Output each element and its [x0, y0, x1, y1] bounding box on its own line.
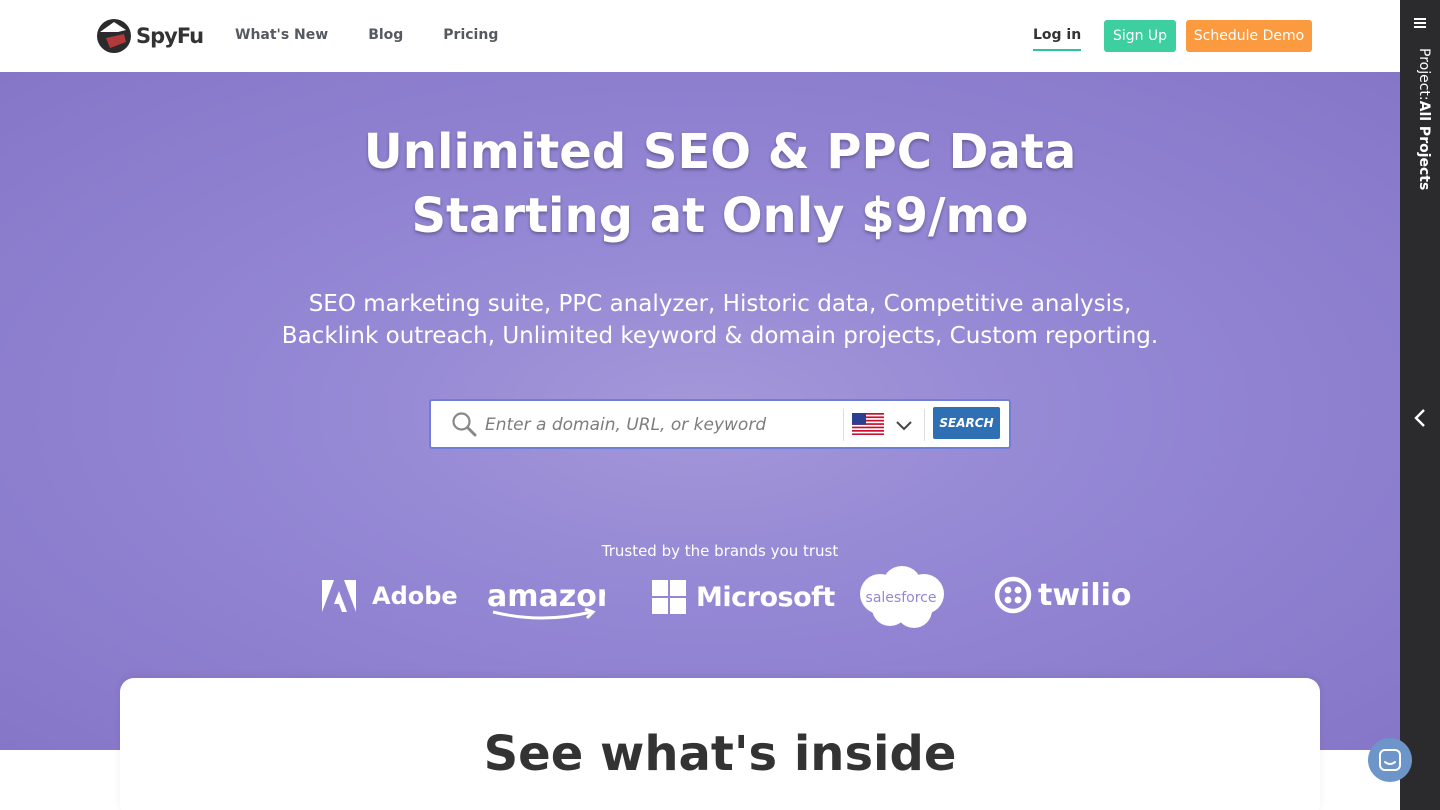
chevron-down-icon[interactable] [895, 416, 913, 434]
menu-icon[interactable] [1414, 18, 1426, 29]
main-nav: What's New Blog Pricing [235, 27, 498, 43]
search-bar: SEARCH [429, 399, 1011, 449]
site-header: SpyFu What's New Blog Pricing Log in Sig… [0, 0, 1400, 72]
project-prefix: Project: [1416, 48, 1432, 101]
salesforce-icon: salesforce [860, 566, 944, 628]
salesforce-wordmark: salesforce [866, 590, 937, 606]
salesforce-logo: salesforce [856, 566, 946, 630]
spyfu-logo[interactable]: SpyFu [96, 18, 204, 54]
project-name: All Projects [1416, 100, 1432, 191]
nav-pricing[interactable]: Pricing [443, 27, 498, 43]
search-button[interactable]: SEARCH [933, 407, 1000, 439]
signup-button[interactable]: Sign Up [1104, 20, 1176, 52]
hero-section: Unlimited SEO & PPC Data Starting at Onl… [0, 72, 1400, 750]
card-title: See what's inside [483, 726, 957, 782]
project-selector[interactable]: Project:All Projects [1416, 48, 1432, 190]
search-divider [924, 409, 925, 441]
chat-icon [1379, 749, 1401, 771]
twilio-wordmark: twilio [1038, 577, 1132, 613]
subhead-line-1: SEO marketing suite, PPC analyzer, Histo… [308, 291, 1132, 317]
trusted-label: Trusted by the brands you trust [601, 542, 839, 560]
headline-line-2: Starting at Only $9/mo [411, 188, 1029, 244]
search-input[interactable] [485, 411, 835, 439]
chat-launcher-button[interactable] [1368, 738, 1412, 782]
hero-headline: Unlimited SEO & PPC Data Starting at Onl… [0, 120, 1440, 248]
nav-whats-new[interactable]: What's New [235, 27, 328, 43]
subhead-line-2: Backlink outreach, Unlimited keyword & d… [281, 323, 1159, 349]
adobe-wordmark: Adobe [372, 582, 458, 610]
search-icon [452, 412, 477, 437]
twilio-logo: twilio [994, 576, 1132, 614]
us-flag-icon[interactable] [852, 413, 884, 435]
nav-blog[interactable]: Blog [368, 27, 403, 43]
adobe-icon [322, 580, 356, 612]
logo-text: SpyFu [136, 24, 204, 48]
features-card: See what's inside [120, 678, 1320, 810]
hero-subhead: SEO marketing suite, PPC analyzer, Histo… [0, 288, 1440, 352]
microsoft-logo: Microsoft [652, 580, 835, 614]
login-link[interactable]: Log in [1033, 27, 1082, 51]
adobe-logo: Adobe [322, 580, 458, 612]
project-sidebar: Project:All Projects [1400, 0, 1440, 810]
microsoft-wordmark: Microsoft [696, 581, 835, 613]
chevron-left-icon[interactable] [1412, 408, 1428, 428]
amazon-logo: amazon [487, 578, 605, 622]
spy-logo-icon [97, 19, 131, 53]
twilio-icon [994, 576, 1032, 614]
amazon-icon: amazon [487, 579, 605, 620]
microsoft-icon [652, 580, 686, 614]
search-divider [843, 409, 844, 441]
schedule-demo-button[interactable]: Schedule Demo [1186, 20, 1312, 52]
headline-line-1: Unlimited SEO & PPC Data [363, 124, 1077, 180]
